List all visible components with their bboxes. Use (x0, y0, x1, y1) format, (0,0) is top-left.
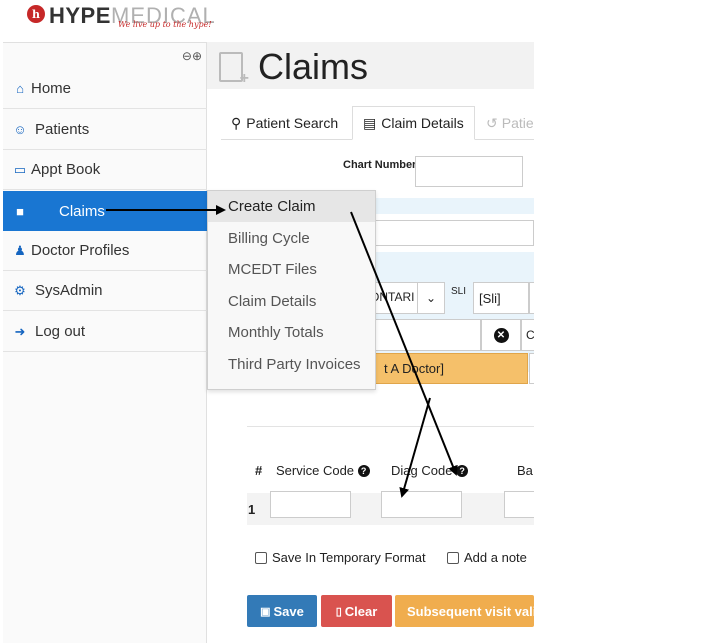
ba-input[interactable] (504, 491, 534, 518)
tab-label: Patie (501, 115, 534, 131)
menu-item-mcedt-files[interactable]: MCEDT Files (208, 254, 375, 285)
history-icon: ↺ (486, 114, 498, 131)
sidebar-item-label: Doctor Profiles (31, 242, 130, 259)
clear-button[interactable]: ▯ Clear (321, 595, 392, 627)
col-header-number: # (255, 463, 263, 478)
chart-number-label: Chart Number (343, 159, 417, 171)
collapse-expand-icon[interactable]: ⊖⊕ (182, 49, 202, 63)
sign-out-icon: ➜ (14, 323, 26, 339)
menu-item-claim-details[interactable]: Claim Details (208, 286, 375, 317)
clear-icon: ▯ (335, 605, 342, 618)
sidebar-item-label: Log out (35, 323, 86, 340)
col-header-ba: Ba (517, 463, 533, 478)
save-icon: ▣ (260, 605, 271, 618)
diag-code-input[interactable] (381, 491, 462, 518)
tab-patient-search[interactable]: ⚲ Patient Search (221, 106, 348, 140)
doctor-select[interactable]: t A Doctor] (369, 353, 528, 384)
subsequent-label: Subsequent visit valid (407, 603, 534, 619)
save-temp-checkbox[interactable] (255, 551, 267, 564)
clear-label: Clear (344, 603, 378, 619)
help-icon[interactable]: ? (357, 465, 370, 477)
sidebar-item-doctor-profiles[interactable]: ♟ Doctor Profiles (3, 231, 207, 271)
subsequent-visit-button[interactable]: Subsequent visit valid (395, 595, 534, 627)
sidebar-item-sysadmin[interactable]: ⚙ SysAdmin (3, 271, 207, 311)
col-label: Service Code (276, 463, 355, 478)
chart-number-input[interactable] (415, 156, 523, 187)
doctor-addon (529, 353, 534, 384)
close-icon: ✕ (493, 327, 509, 343)
page-title: Claims (258, 46, 369, 87)
sli-addon (529, 282, 534, 314)
claims-submenu: Create Claim Billing Cycle MCEDT Files C… (207, 190, 376, 390)
chevron-down-icon[interactable]: ⌄ (417, 282, 445, 314)
brand-name-part1: HYPE (49, 3, 111, 28)
menu-item-create-claim[interactable]: Create Claim (208, 191, 375, 222)
sidebar-item-appt-book[interactable]: ▭ Appt Book (3, 150, 207, 190)
briefcase-icon: ■ (16, 203, 24, 219)
top-bar: h HYPE MEDICAL We live up to the hype! (0, 0, 534, 42)
add-note-label: Add a note (464, 550, 527, 565)
book-icon: ▭ (13, 161, 27, 177)
sidebar-item-label: Patients (35, 121, 90, 138)
menu-item-monthly-totals[interactable]: Monthly Totals (208, 317, 375, 348)
home-icon: ⌂ (16, 81, 24, 96)
sli-label: SLI (451, 286, 467, 297)
search-icon: ⚲ (231, 114, 242, 131)
logo-icon: h (27, 5, 45, 23)
gear-icon: ⚙ (14, 282, 26, 298)
new-document-icon (219, 52, 249, 88)
brand-tagline: We live up to the hype! (118, 20, 212, 29)
sidebar-item-label: Appt Book (31, 161, 101, 178)
page-header: Claims (207, 42, 534, 89)
help-icon[interactable]: ? (456, 465, 469, 477)
col-label: Diag Code (391, 463, 453, 478)
add-note-option[interactable]: Add a note (447, 550, 527, 565)
document-icon: ▤ (363, 114, 377, 131)
sidebar-item-home[interactable]: ⌂ Home (3, 69, 207, 109)
save-temp-label: Save In Temporary Format (272, 550, 426, 565)
search-addon[interactable]: C (521, 319, 534, 351)
save-button[interactable]: ▣ Save (247, 595, 317, 627)
sli-select[interactable]: [Sli] (473, 282, 529, 314)
tab-claim-details[interactable]: ▤ Claim Details (352, 106, 475, 140)
tab-bar: ⚲ Patient Search ▤ Claim Details ↺ Patie (221, 106, 534, 140)
tab-label: Claim Details (381, 115, 464, 131)
sidebar-item-patients[interactable]: ☺ Patients (3, 110, 207, 150)
service-code-input[interactable] (270, 491, 351, 518)
clear-field-button[interactable]: ✕ (481, 319, 521, 351)
row-number: 1 (248, 502, 256, 517)
menu-item-billing-cycle[interactable]: Billing Cycle (208, 223, 375, 254)
sidebar-item-label: Home (31, 80, 72, 97)
save-temp-option[interactable]: Save In Temporary Format (255, 550, 426, 565)
add-note-checkbox[interactable] (447, 551, 459, 564)
divider (247, 426, 534, 427)
sidebar-item-claims[interactable]: ■ Claims (3, 191, 207, 231)
sidebar-item-label: Claims (59, 202, 105, 220)
col-header-diag-code: Diag Code ? (391, 463, 469, 478)
col-header-service-code: Service Code ? (276, 463, 370, 478)
sidebar-item-label: SysAdmin (35, 282, 103, 299)
save-label: Save (273, 603, 304, 619)
tab-patient-history[interactable]: ↺ Patie (476, 106, 534, 140)
sidebar-item-logout[interactable]: ➜ Log out (3, 312, 207, 352)
referring-doctor-input[interactable] (369, 319, 481, 351)
tab-label: Patient Search (246, 115, 339, 131)
sidebar: ⊖⊕ ⌂ Home ☺ Patients ▭ Appt Book ■ Claim… (3, 42, 207, 643)
user-md-icon: ♟ (14, 242, 26, 258)
users-icon: ☺ (13, 122, 27, 137)
menu-item-third-party-invoices[interactable]: Third Party Invoices (208, 349, 375, 380)
